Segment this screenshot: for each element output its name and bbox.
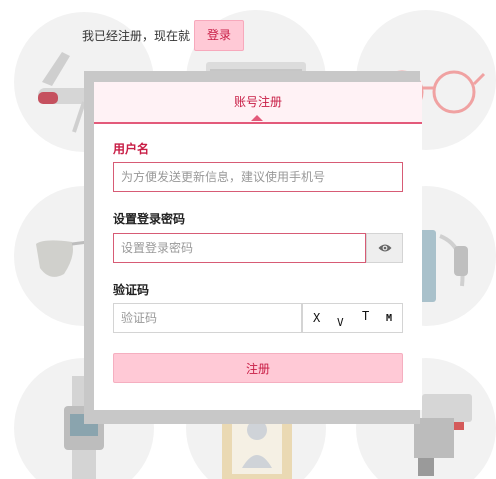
- username-label: 用户名: [113, 142, 150, 156]
- password-label: 设置登录密码: [113, 212, 186, 226]
- login-prompt: 我已经注册，现在就 登录: [82, 20, 245, 51]
- active-tab-caret-icon: [251, 115, 263, 121]
- captcha-char-1: X: [313, 311, 321, 325]
- username-input[interactable]: [113, 162, 403, 192]
- captcha-input[interactable]: [113, 303, 302, 333]
- eye-icon: [378, 244, 391, 252]
- tab-label: 账号注册: [233, 95, 282, 109]
- captcha-image[interactable]: X V T M: [302, 303, 403, 333]
- login-prompt-text: 我已经注册，现在就: [82, 29, 191, 43]
- captcha-char-4: M: [386, 313, 393, 324]
- register-dialog: 账号注册 用户名 设置登录密码 验证码 X V T M 注册: [94, 82, 422, 410]
- register-submit-button[interactable]: 注册: [113, 353, 403, 383]
- login-button[interactable]: 登录: [194, 20, 245, 51]
- show-password-button[interactable]: [366, 233, 403, 263]
- captcha-label: 验证码: [113, 283, 150, 297]
- captcha-char-2: V: [337, 316, 344, 329]
- captcha-char-3: T: [362, 309, 370, 323]
- register-submit-label: 注册: [245, 361, 270, 376]
- password-input[interactable]: [113, 233, 366, 263]
